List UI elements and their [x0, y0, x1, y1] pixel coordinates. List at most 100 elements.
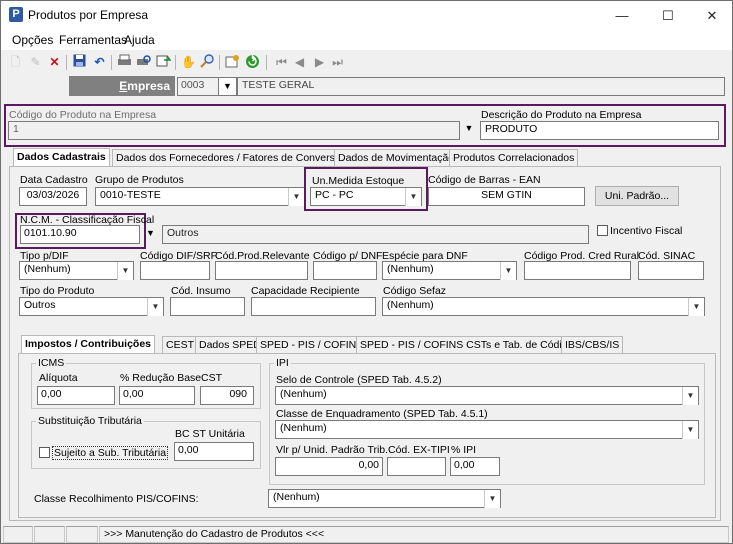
ipi-title: IPI [274, 357, 291, 369]
menu-ferramentas[interactable]: Ferramentas [59, 33, 127, 47]
classe-select[interactable]: (Nenhum) ▼ [275, 420, 699, 439]
cod-dif-field[interactable] [140, 261, 210, 280]
data-cadastro-label: Data Cadastro [20, 174, 88, 186]
cod-relevante-field[interactable] [215, 261, 308, 280]
sujeito-st-label: Sujeito a Sub. Tributária [52, 446, 169, 460]
pis-cofins-select[interactable]: (Nenhum) ▼ [268, 489, 501, 508]
next-icon[interactable]: ▶ [311, 54, 328, 71]
toolbar-separator [66, 55, 67, 70]
incentivo-fiscal-checkbox[interactable] [597, 225, 608, 236]
vlr-unid-field[interactable]: 0,00 [275, 457, 383, 476]
menu-opcoes[interactable]: Opções [12, 33, 53, 47]
minimize-button[interactable]: — [600, 1, 644, 30]
toolbar-separator [219, 55, 220, 70]
status-cell [34, 526, 65, 543]
pct-ipi-field[interactable]: 0,00 [450, 457, 500, 476]
descricao-field[interactable]: PRODUTO [480, 121, 719, 140]
aliquota-label: Alíquota [39, 372, 78, 384]
chevron-down-icon: ▼ [147, 298, 163, 316]
delete-icon[interactable]: ✕ [46, 54, 63, 71]
insumo-field[interactable] [170, 297, 245, 316]
empresa-code-field[interactable]: 0003 [177, 77, 219, 96]
maximize-button[interactable]: ☐ [646, 1, 690, 30]
hand-icon[interactable]: ✋ [180, 54, 197, 71]
subtab-sped-pis-cofins[interactable]: SPED - PIS / COFINS [256, 336, 368, 354]
subtab-ibs-cbs-is[interactable]: IBS/CBS/IS [561, 336, 624, 354]
tipo-produto-label: Tipo do Produto [20, 285, 95, 297]
capacidade-field[interactable] [251, 297, 376, 316]
find-icon[interactable] [199, 54, 216, 71]
export-icon[interactable] [155, 54, 172, 71]
vlr-unid-label: Vlr p/ Unid. Padrão Trib. [276, 444, 389, 456]
tab-correlacionados[interactable]: Produtos Correlacionados [449, 149, 579, 167]
menu-ajuda[interactable]: Ajuda [124, 33, 155, 47]
descricao-label: Descrição do Produto na Empresa [481, 109, 642, 121]
prev-icon[interactable]: ◀ [291, 54, 308, 71]
pis-cofins-label: Classe Recolhimento PIS/COFINS: [34, 493, 199, 505]
codigo-dropdown-icon[interactable]: ▼ [462, 123, 476, 137]
last-icon[interactable]: ⏭ [329, 54, 346, 71]
bc-st-label: BC ST Unitária [175, 428, 245, 440]
chevron-down-icon: ▼ [117, 262, 133, 280]
selo-select[interactable]: (Nenhum) ▼ [275, 386, 699, 405]
codigo-field[interactable]: 1 [8, 121, 460, 140]
empresa-label: Empresa [69, 76, 175, 96]
ncm-field[interactable]: 0101.10.90 [20, 225, 140, 244]
tab-movimentacao[interactable]: Dados de Movimentação [334, 149, 459, 167]
tab-dados-cadastrais[interactable]: Dados Cadastrais [13, 148, 110, 167]
ean-label: Código de Barras - EAN [428, 174, 541, 186]
subtab-impostos[interactable]: Impostos / Contribuições [21, 335, 156, 354]
pct-ipi-label: % IPI [451, 444, 477, 456]
cred-rural-field[interactable] [524, 261, 631, 280]
sefaz-label: Código Sefaz [383, 285, 447, 297]
chevron-down-icon: ▼ [405, 188, 421, 206]
ean-field[interactable]: SEM GTIN [428, 187, 585, 206]
subtab-dados-sped[interactable]: Dados SPED [195, 336, 265, 354]
status-cell [66, 526, 98, 543]
cst-field[interactable]: 090 [200, 386, 254, 405]
print-preview-icon[interactable] [135, 54, 152, 71]
empresa-dropdown-button[interactable]: ▼ [218, 77, 237, 96]
ncm-descricao-field: Outros [162, 225, 589, 244]
subtab-cest[interactable]: CEST [162, 336, 199, 354]
uni-padrao-button[interactable]: Uni. Padrão... [595, 186, 679, 206]
selo-label: Selo de Controle (SPED Tab. 4.5.2) [276, 374, 442, 386]
ncm-dropdown-icon[interactable]: ▼ [146, 228, 155, 238]
status-message: >>> Manutenção do Cadastro de Produtos <… [99, 526, 729, 543]
capacidade-label: Capacidade Recipiente [251, 285, 360, 297]
grupo-select[interactable]: 0010-TESTE ▼ [95, 187, 305, 206]
icms-title: ICMS [36, 357, 67, 369]
data-cadastro-field[interactable]: 03/03/2026 [19, 187, 87, 206]
new-icon[interactable]: 🗋 [7, 54, 24, 71]
app-logo-icon: P [9, 7, 23, 22]
aliquota-field[interactable]: 0,00 [37, 386, 115, 405]
config-icon[interactable] [224, 54, 241, 71]
especie-dnf-select[interactable]: (Nenhum) ▼ [382, 261, 517, 280]
toolbar-separator [175, 55, 176, 70]
st-title: Substituição Tributária [36, 415, 144, 427]
edit-icon[interactable]: ✎ [27, 54, 44, 71]
un-medida-select[interactable]: PC - PC ▼ [310, 187, 422, 206]
tipo-dif-select[interactable]: (Nenhum) ▼ [19, 261, 134, 280]
insumo-label: Cód. Insumo [171, 285, 231, 297]
print-icon[interactable] [116, 54, 133, 71]
reducao-field[interactable]: 0,00 [119, 386, 195, 405]
chevron-down-icon: ▼ [500, 262, 516, 280]
cod-dnf-field[interactable] [313, 261, 377, 280]
save-icon[interactable] [71, 54, 88, 71]
subtab-sped-csts[interactable]: SPED - PIS / COFINS CSTs e Tab. de Códig… [356, 336, 583, 354]
first-icon[interactable]: ⏮ [273, 54, 290, 71]
refresh-icon[interactable] [244, 54, 261, 71]
extipi-field[interactable] [387, 457, 446, 476]
sinac-field[interactable] [638, 261, 704, 280]
status-cell [3, 526, 33, 543]
sujeito-st-checkbox[interactable] [39, 447, 50, 458]
empresa-name-field: TESTE GERAL [237, 77, 725, 96]
main-window: P Produtos por Empresa — ☐ ✕ Opções Ferr… [0, 0, 733, 544]
close-button[interactable]: ✕ [690, 1, 733, 30]
tab-fornecedores[interactable]: Dados dos Fornecedores / Fatores de Conv… [112, 149, 351, 167]
undo-icon[interactable]: ↶ [91, 54, 108, 71]
tipo-produto-select[interactable]: Outros ▼ [19, 297, 164, 316]
bc-st-field[interactable]: 0,00 [174, 442, 254, 461]
sefaz-select[interactable]: (Nenhum) ▼ [382, 297, 705, 316]
